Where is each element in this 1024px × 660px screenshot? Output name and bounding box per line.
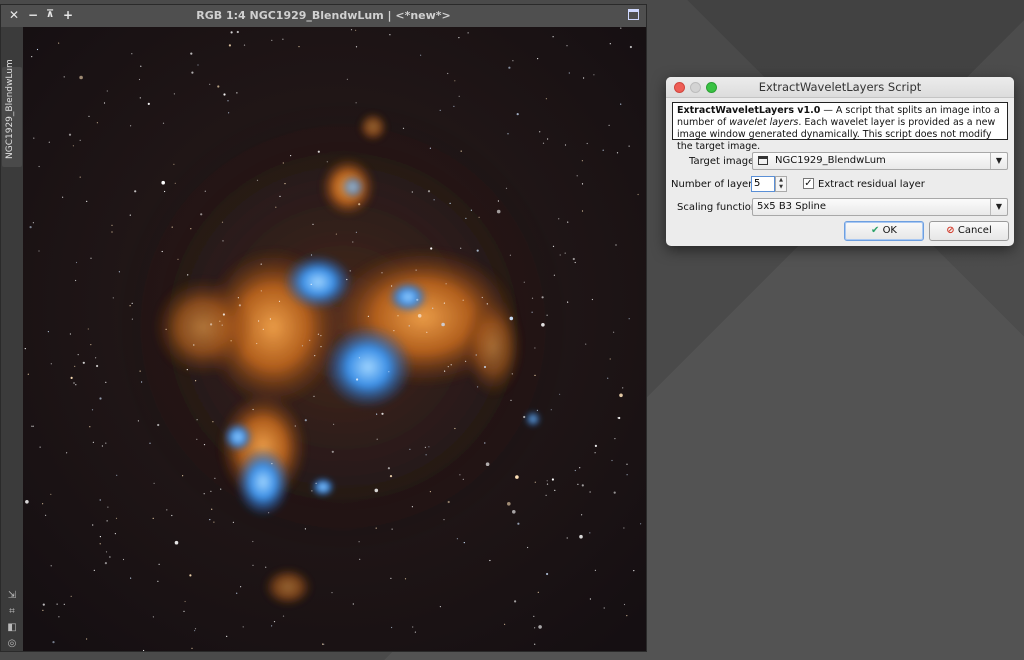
number-of-layers-stepper[interactable]: ▲ ▼	[775, 176, 787, 192]
image-window-icon	[758, 156, 768, 165]
number-of-layers-input[interactable]: 5	[751, 176, 775, 192]
number-of-layers-label: Number of layers:	[671, 179, 761, 190]
image-window[interactable]: ✕ − ⊼ + RGB 1:4 NGC1929_BlendwLum | <*ne…	[0, 4, 647, 652]
info-italic: wavelet layers	[729, 117, 799, 128]
extract-residual-label: Extract residual layer	[818, 179, 925, 190]
ok-button-label: OK	[882, 225, 897, 236]
scaling-function-label: Scaling function:	[677, 202, 761, 213]
image-side-tab-bar: NGC1929_BlendwLum ⇲ ⌗ ◧ ◎	[1, 27, 23, 651]
nebula-image	[23, 27, 646, 651]
cancel-button[interactable]: ⊘ Cancel	[929, 221, 1009, 241]
image-canvas[interactable]	[23, 27, 646, 651]
extract-residual-checkbox[interactable]: ✓	[803, 178, 814, 189]
cancel-icon: ⊘	[946, 225, 955, 236]
image-identifier-label: NGC1929_BlendwLum	[5, 59, 15, 159]
target-image-select[interactable]: NGC1929_BlendwLum ▼	[752, 152, 1008, 170]
zoom-icon[interactable]: ⌗	[5, 605, 19, 619]
image-window-title: RGB 1:4 NGC1929_BlendwLum | <*new*>	[196, 9, 451, 22]
chevron-down-icon[interactable]: ▼	[990, 153, 1007, 169]
target-image-value: NGC1929_BlendwLum	[775, 155, 886, 166]
script-name: ExtractWaveletLayers v1.0	[677, 105, 821, 116]
chevron-down-icon[interactable]: ▼	[990, 199, 1007, 215]
dialog-title: ExtractWaveletLayers Script	[758, 80, 922, 94]
cancel-button-label: Cancel	[957, 225, 992, 236]
fit-view-icon[interactable]: ⇲	[5, 589, 19, 603]
mask-icon[interactable]: ◧	[5, 621, 19, 635]
stf-icon[interactable]: ◎	[5, 637, 19, 651]
scaling-function-select[interactable]: 5x5 B3 Spline ▼	[752, 198, 1008, 216]
checkmark-icon: ✔	[870, 225, 880, 236]
image-identifier-tab[interactable]: NGC1929_BlendwLum	[2, 59, 22, 167]
script-info-box: ExtractWaveletLayers v1.0 — A script tha…	[672, 102, 1008, 152]
dialog-titlebar[interactable]: ExtractWaveletLayers Script	[666, 77, 1014, 98]
target-image-label: Target image:	[689, 156, 758, 167]
scaling-function-value: 5x5 B3 Spline	[757, 201, 826, 212]
restore-icon[interactable]	[628, 9, 639, 20]
ok-button[interactable]: ✔ OK	[844, 221, 924, 241]
image-window-titlebar[interactable]: ✕ − ⊼ + RGB 1:4 NGC1929_BlendwLum | <*ne…	[1, 5, 646, 28]
